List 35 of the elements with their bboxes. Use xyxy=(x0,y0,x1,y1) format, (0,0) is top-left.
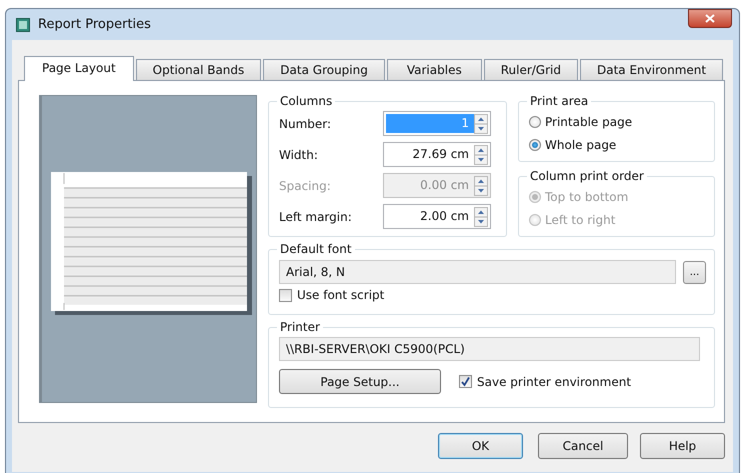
report-icon xyxy=(16,18,30,32)
radio-label[interactable]: Printable page xyxy=(545,114,632,128)
checkbox-label[interactable]: Save printer environment xyxy=(477,374,632,388)
radio-icon[interactable] xyxy=(529,116,541,128)
tab[interactable]: Variables xyxy=(386,59,482,80)
field-label: Number: xyxy=(279,116,332,130)
window-title: Report Properties xyxy=(38,17,152,32)
spinner-arrows-icon[interactable] xyxy=(474,114,488,134)
tab[interactable]: Page Layout xyxy=(24,56,134,81)
close-button[interactable] xyxy=(688,9,732,28)
page-setup-button[interactable]: Page Setup... xyxy=(279,369,441,394)
tab[interactable]: Ruler/Grid xyxy=(484,59,578,80)
tab[interactable]: Optional Bands xyxy=(136,59,262,80)
close-icon[interactable] xyxy=(705,14,715,23)
spin-field[interactable]: 2.00 cm xyxy=(383,204,491,229)
spinner-arrows-icon[interactable] xyxy=(474,206,488,226)
printer-field[interactable]: \\RBI-SERVER\OKI C5900(PCL) xyxy=(279,337,700,361)
tab[interactable]: Data Environment xyxy=(580,59,724,80)
field-label: Left margin: xyxy=(279,210,353,224)
spin-field[interactable]: 27.69 cm xyxy=(383,142,491,167)
tab[interactable]: Data Grouping xyxy=(263,59,385,80)
spinner-arrows-icon[interactable] xyxy=(474,144,488,164)
dialog-button[interactable]: Help xyxy=(640,433,725,459)
field-label: Width: xyxy=(279,148,319,162)
radio-label[interactable]: Whole page xyxy=(545,138,616,152)
field-label: Spacing: xyxy=(279,178,332,192)
radio-icon[interactable] xyxy=(529,138,541,150)
group-title: Column print order xyxy=(527,169,647,184)
dialog-button[interactable]: Cancel xyxy=(538,433,628,459)
checkbox[interactable] xyxy=(459,375,472,388)
checkbox-label[interactable]: Use font script xyxy=(297,288,384,302)
browse-button[interactable]: ... xyxy=(683,260,706,284)
font-field[interactable]: Arial, 8, N xyxy=(279,260,676,284)
checkbox[interactable] xyxy=(279,288,292,302)
dialog-button[interactable]: OK xyxy=(438,433,523,459)
